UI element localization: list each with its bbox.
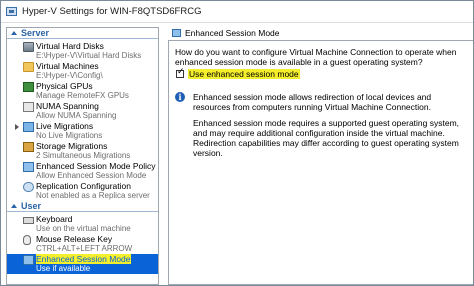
checkmark-icon: ✓ — [177, 66, 185, 76]
info-paragraph-1: Enhanced session mode allows redirection… — [193, 92, 432, 112]
monitor-icon — [23, 255, 34, 265]
section-header-server[interactable]: Server — [7, 28, 158, 39]
tree-item-value: Manage RemoteFX GPUs — [36, 91, 129, 100]
storage-icon — [23, 142, 34, 152]
tree-item-value: No Live Migrations — [36, 131, 103, 140]
tree-item-label: Enhanced Session Mode — [36, 254, 131, 264]
info-icon: i — [175, 92, 185, 102]
tree-item-physical-gpus[interactable]: Physical GPUs Manage RemoteFX GPUs — [7, 81, 158, 101]
folder-icon — [23, 62, 34, 72]
tree-item-value: Allow Enhanced Session Mode — [36, 171, 147, 180]
question-text: How do you want to configure Virtual Mac… — [175, 47, 457, 67]
tree-item-value: 2 Simultaneous Migrations — [36, 151, 131, 160]
tree-item-virtual-machines[interactable]: Virtual Machines E:\Hyper-V\Config\ — [7, 61, 158, 81]
settings-detail-pane: Enhanced Session Mode How do you want to… — [168, 27, 473, 285]
settings-tree: Server Virtual Hard Disks E:\Hyper-V\Vir… — [6, 27, 159, 285]
tree-item-keyboard[interactable]: Keyboard Use on the virtual machine — [7, 214, 158, 234]
keyboard-icon — [23, 217, 34, 224]
title-bar[interactable]: Hyper-V Settings for WIN-F8QTSD6FRCG — [1, 1, 473, 23]
window-title: Hyper-V Settings for WIN-F8QTSD6FRCG — [22, 6, 202, 17]
collapse-caret-icon[interactable] — [11, 204, 17, 208]
tree-item-replication-configuration[interactable]: Replication Configuration Not enabled as… — [7, 181, 158, 201]
tree-item-value: Not enabled as a Replica server — [36, 191, 150, 200]
monitor-icon — [172, 29, 181, 37]
tree-item-storage-migrations[interactable]: Storage Migrations 2 Simultaneous Migrat… — [7, 141, 158, 161]
tree-item-label: Enhanced Session Mode Policy — [36, 161, 156, 171]
tree-item-label: Virtual Machines — [36, 61, 99, 71]
tree-item-mouse-release-key[interactable]: Mouse Release Key CTRL+ALT+LEFT ARROW — [7, 234, 158, 254]
tree-item-label: Keyboard — [36, 214, 73, 224]
monitor-icon — [23, 162, 34, 172]
tree-item-value: Use on the virtual machine — [36, 224, 131, 233]
detail-group-box: How do you want to configure Virtual Mac… — [168, 40, 473, 285]
tree-item-value: E:\Hyper-V\Virtual Hard Disks — [36, 51, 142, 60]
tree-item-label: Virtual Hard Disks — [36, 41, 104, 51]
tree-item-label: Physical GPUs — [36, 81, 93, 91]
gpu-icon — [23, 82, 34, 92]
detail-title: Enhanced Session Mode — [185, 28, 280, 38]
replica-icon — [23, 182, 34, 192]
settings-window: Hyper-V Settings for WIN-F8QTSD6FRCG Ser… — [0, 0, 474, 286]
tree-item-enhanced-session-mode-policy[interactable]: Enhanced Session Mode Policy Allow Enhan… — [7, 161, 158, 181]
disk-icon — [23, 42, 34, 52]
tree-item-value: E:\Hyper-V\Config\ — [36, 71, 103, 80]
hyper-v-app-icon — [6, 7, 17, 16]
enhanced-session-checkbox-row[interactable]: ✓ Use enhanced session mode — [176, 66, 300, 79]
mouse-icon — [23, 235, 31, 245]
tree-item-label: Live Migrations — [36, 121, 94, 131]
section-label: Server — [21, 28, 50, 38]
section-label: User — [21, 201, 42, 211]
tree-item-value: CTRL+ALT+LEFT ARROW — [36, 244, 133, 253]
enhanced-session-checkbox[interactable]: ✓ — [176, 66, 185, 78]
tree-item-value: Allow NUMA Spanning — [36, 111, 117, 120]
info-paragraph-2: Enhanced session mode requires a support… — [193, 118, 460, 158]
numa-icon — [23, 102, 34, 112]
tree-item-live-migrations[interactable]: Live Migrations No Live Migrations — [7, 121, 158, 141]
section-header-user[interactable]: User — [7, 201, 158, 212]
detail-header: Enhanced Session Mode — [168, 27, 473, 39]
tree-item-label: Storage Migrations — [36, 141, 108, 151]
tree-item-value: Use if available — [36, 264, 91, 273]
tree-item-label: Replication Configuration — [36, 181, 131, 191]
migration-icon — [23, 122, 34, 132]
tree-item-enhanced-session-mode[interactable]: Enhanced Session Mode Use if available — [7, 254, 158, 274]
tree-item-label: Mouse Release Key — [36, 234, 113, 244]
tree-item-virtual-hard-disks[interactable]: Virtual Hard Disks E:\Hyper-V\Virtual Ha… — [7, 41, 158, 61]
tree-item-label: NUMA Spanning — [36, 101, 99, 111]
expand-arrow-icon[interactable] — [15, 124, 19, 130]
collapse-caret-icon[interactable] — [11, 31, 17, 35]
checkbox-label[interactable]: Use enhanced session mode — [188, 69, 300, 79]
tree-item-numa-spanning[interactable]: NUMA Spanning Allow NUMA Spanning — [7, 101, 158, 121]
